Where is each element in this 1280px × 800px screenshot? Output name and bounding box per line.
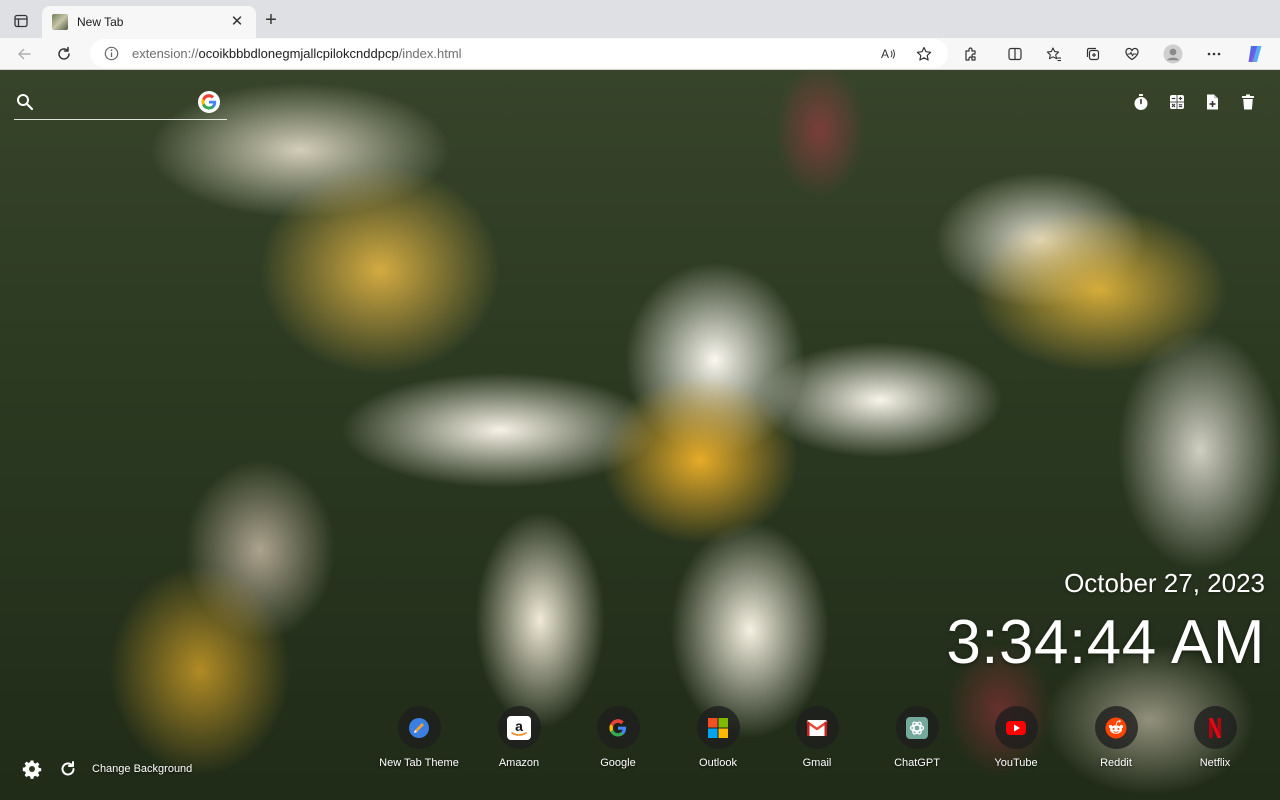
refresh-icon[interactable] <box>52 42 76 66</box>
browser-tab[interactable]: New Tab ✕ <box>42 6 256 38</box>
shortcut-chatgpt[interactable]: ChatGPT <box>867 706 967 769</box>
svg-text:A: A <box>881 47 889 61</box>
shortcut-label: Netflix <box>1199 757 1231 769</box>
url-scheme: extension:// <box>132 46 199 61</box>
favorites-icon[interactable] <box>1042 42 1066 66</box>
google-search-engine-icon[interactable] <box>198 91 220 113</box>
tab-actions-icon[interactable] <box>10 10 32 32</box>
search-bar <box>14 88 227 120</box>
url-text[interactable]: extension://ocoikbbbdlonegmjallcpilokcnd… <box>132 46 462 61</box>
shortcut-youtube[interactable]: YouTube <box>966 706 1066 769</box>
browser-essentials-heart-icon[interactable] <box>1120 42 1144 66</box>
calculator-icon[interactable] <box>1167 92 1187 112</box>
shortcut-google[interactable]: Google <box>568 706 668 769</box>
shortcut-outlook[interactable]: Outlook <box>668 706 768 769</box>
amazon-icon: a <box>497 706 541 749</box>
url-path: /index.html <box>398 46 462 61</box>
shortcut-label: ChatGPT <box>894 757 940 769</box>
collections-icon[interactable] <box>1081 42 1105 66</box>
settings-gear-icon[interactable] <box>21 758 43 780</box>
site-info-icon[interactable] <box>104 46 119 61</box>
more-options-icon[interactable] <box>1202 42 1226 66</box>
copilot-icon[interactable] <box>1243 42 1267 66</box>
shortcut-netflix[interactable]: Netflix <box>1165 706 1265 769</box>
address-bar[interactable]: extension://ocoikbbbdlonegmjallcpilokcnd… <box>90 39 948 68</box>
shortcut-new-tab-theme[interactable]: New Tab Theme <box>369 706 469 769</box>
shortcut-label: YouTube <box>994 757 1038 769</box>
shortcut-gmail[interactable]: Gmail <box>767 706 867 769</box>
google-icon <box>596 706 640 749</box>
gmail-icon <box>795 706 839 749</box>
trash-icon[interactable] <box>1238 92 1258 112</box>
timer-icon[interactable] <box>1131 92 1151 112</box>
back-arrow-icon[interactable] <box>12 42 36 66</box>
tab-title: New Tab <box>77 15 124 29</box>
refresh-background-icon[interactable] <box>57 758 79 780</box>
shortcut-label: New Tab Theme <box>379 757 459 769</box>
shortcut-reddit[interactable]: Reddit <box>1066 706 1166 769</box>
profile-avatar-icon[interactable] <box>1161 42 1185 66</box>
svg-text:a: a <box>515 718 523 734</box>
shortcut-amazon[interactable]: a Amazon <box>469 706 569 769</box>
shortcut-label: Gmail <box>802 757 832 769</box>
browser-toolbar: extension://ocoikbbbdlonegmjallcpilokcnd… <box>0 38 1280 70</box>
tab-favicon-icon <box>52 14 68 30</box>
new-tab-plus-icon[interactable]: + <box>260 10 282 32</box>
shortcut-label: Google <box>600 757 636 769</box>
clock-date: October 27, 2023 <box>1064 568 1265 598</box>
clock-time: 3:34:44 AM <box>946 608 1265 677</box>
favorite-star-icon[interactable] <box>912 42 936 66</box>
read-aloud-icon[interactable]: A <box>876 42 900 66</box>
shortcut-label: Reddit <box>1100 757 1132 769</box>
chatgpt-icon <box>895 706 939 749</box>
add-note-icon[interactable] <box>1202 92 1222 112</box>
split-screen-icon[interactable] <box>1003 42 1027 66</box>
reddit-icon <box>1094 706 1138 749</box>
new-tab-theme-icon <box>397 706 441 749</box>
shortcut-label: Outlook <box>699 757 737 769</box>
close-tab-icon[interactable]: ✕ <box>228 14 246 30</box>
microsoft-icon <box>696 706 740 749</box>
netflix-icon <box>1193 706 1237 749</box>
search-icon[interactable] <box>16 93 34 111</box>
youtube-icon <box>994 706 1038 749</box>
change-background-button[interactable]: Change Background <box>92 763 192 775</box>
extensions-puzzle-icon[interactable] <box>959 42 983 66</box>
shortcut-label: Amazon <box>498 757 540 769</box>
url-host: ocoikbbbdlonegmjallcpilokcnddpcp <box>198 46 399 61</box>
tab-strip: New Tab ✕ + <box>0 0 1280 38</box>
search-input[interactable] <box>42 90 192 116</box>
new-tab-page: October 27, 2023 3:34:44 AM New Tab Them… <box>0 70 1280 800</box>
